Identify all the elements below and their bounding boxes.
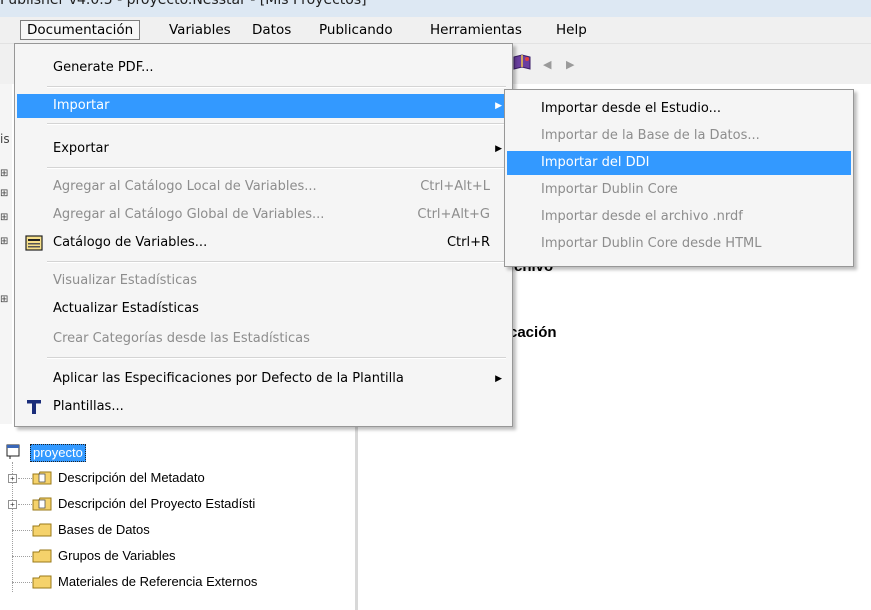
expander-icon: ⊞ bbox=[0, 188, 9, 199]
tree-item-label: Descripción del Proyecto Estadísti bbox=[58, 496, 256, 511]
tree-item-label: Grupos de Variables bbox=[58, 548, 176, 563]
tree-item-project-desc[interactable]: + Descripción del Proyecto Estadísti bbox=[0, 494, 340, 514]
expander-icon: ⊞ bbox=[0, 168, 9, 179]
menu-item-agregar-local[interactable]: Agregar al Catálogo Local de Variables..… bbox=[17, 175, 510, 199]
menu-separator bbox=[47, 86, 506, 88]
expand-plus-icon[interactable]: + bbox=[8, 474, 17, 483]
folder-doc-icon bbox=[32, 471, 52, 485]
tree-item-label: Bases de Datos bbox=[58, 522, 150, 537]
tree-item-variable-groups[interactable]: Grupos de Variables bbox=[0, 546, 340, 566]
template-t-icon bbox=[27, 400, 41, 414]
folder-doc-icon bbox=[32, 497, 52, 511]
project-tree: proyecto + Descripción del Metadato + De… bbox=[0, 424, 355, 610]
menu-separator bbox=[47, 261, 506, 263]
menu-item-plantillas[interactable]: Plantillas... bbox=[17, 395, 510, 419]
submenu-arrow-icon: ▶ bbox=[495, 101, 502, 111]
nav-forward-icon[interactable]: ▶ bbox=[566, 58, 574, 71]
tree-item-external-materials[interactable]: Materiales de Referencia Externos bbox=[0, 572, 340, 592]
menu-item-crear-categorias[interactable]: Crear Categorías desde las Estadísticas bbox=[17, 327, 510, 351]
tree-item-metadata[interactable]: + Descripción del Metadato bbox=[0, 468, 340, 488]
tree-root[interactable]: proyecto bbox=[6, 442, 206, 462]
menu-publicando[interactable]: Publicando bbox=[313, 20, 399, 40]
menu-variables[interactable]: Variables bbox=[163, 20, 237, 40]
menu-separator bbox=[47, 167, 506, 169]
menu-separator bbox=[47, 123, 506, 125]
menu-item-catalogo[interactable]: Catálogo de Variables... Ctrl+R bbox=[17, 231, 510, 255]
documentacion-dropdown: Generate PDF... Importar ▶ Exportar ▶ Ag… bbox=[14, 43, 513, 427]
submenu-item-base-datos[interactable]: Importar de la Base de la Datos... bbox=[507, 124, 851, 148]
menu-bar: Documentación Variables Datos Publicando… bbox=[0, 17, 871, 44]
folder-icon bbox=[32, 575, 52, 589]
importar-submenu: Importar desde el Estudio... Importar de… bbox=[504, 89, 854, 267]
menu-item-aplicar[interactable]: Aplicar las Especificaciones por Defecto… bbox=[17, 367, 510, 391]
expander-icon: ⊞ bbox=[0, 212, 9, 223]
tree-item-databases[interactable]: Bases de Datos bbox=[0, 520, 340, 540]
menu-documentacion[interactable]: Documentación bbox=[20, 20, 141, 40]
folder-icon bbox=[32, 523, 52, 537]
tree-item-label: Descripción del Metadato bbox=[58, 470, 205, 485]
panel-label-fragment: is bbox=[0, 132, 10, 146]
menu-item-actualizar[interactable]: Actualizar Estadísticas bbox=[17, 297, 510, 321]
nav-back-icon[interactable]: ◀ bbox=[543, 58, 551, 71]
catalog-icon bbox=[25, 235, 43, 251]
submenu-arrow-icon: ▶ bbox=[495, 144, 502, 154]
menu-item-exportar[interactable]: Exportar ▶ bbox=[17, 137, 510, 161]
submenu-arrow-icon: ▶ bbox=[495, 374, 502, 384]
window-title-bar: Publisher v4.0.5 - proyecto.Nesstar - [M… bbox=[0, 0, 871, 17]
expander-icon: ⊞ bbox=[0, 294, 9, 305]
tree-item-label: Materiales de Referencia Externos bbox=[58, 574, 258, 589]
menu-datos[interactable]: Datos bbox=[246, 20, 297, 40]
menu-help[interactable]: Help bbox=[550, 20, 593, 40]
submenu-item-desde-estudio[interactable]: Importar desde el Estudio... bbox=[507, 97, 851, 121]
menu-item-generate-pdf[interactable]: Generate PDF... bbox=[17, 56, 510, 80]
submenu-item-nrdf[interactable]: Importar desde el archivo .nrdf bbox=[507, 205, 851, 229]
underlying-panel-strip: is ⊞ ⊞ ⊞ ⊞ ⊞ bbox=[0, 84, 12, 424]
menu-item-visualizar[interactable]: Visualizar Estadísticas bbox=[17, 269, 510, 293]
book-icon[interactable] bbox=[512, 54, 532, 71]
pane-splitter[interactable] bbox=[355, 424, 358, 610]
project-icon bbox=[6, 444, 20, 459]
expander-icon: ⊞ bbox=[0, 236, 9, 247]
submenu-item-dublin-html[interactable]: Importar Dublin Core desde HTML bbox=[507, 232, 851, 256]
submenu-item-ddi[interactable]: Importar del DDI bbox=[507, 151, 851, 175]
menu-item-agregar-global[interactable]: Agregar al Catálogo Global de Variables.… bbox=[17, 203, 510, 227]
folder-icon bbox=[32, 549, 52, 563]
menu-separator bbox=[47, 357, 506, 359]
menu-item-importar[interactable]: Importar ▶ bbox=[17, 94, 510, 118]
background-heading-fragment: cación bbox=[509, 324, 557, 341]
window-title: Publisher v4.0.5 - proyecto.Nesstar - [M… bbox=[0, 0, 367, 8]
submenu-item-dublin-core[interactable]: Importar Dublin Core bbox=[507, 178, 851, 202]
expand-plus-icon[interactable]: + bbox=[8, 500, 17, 509]
tree-root-label[interactable]: proyecto bbox=[30, 444, 86, 462]
menu-herramientas[interactable]: Herramientas bbox=[424, 20, 528, 40]
